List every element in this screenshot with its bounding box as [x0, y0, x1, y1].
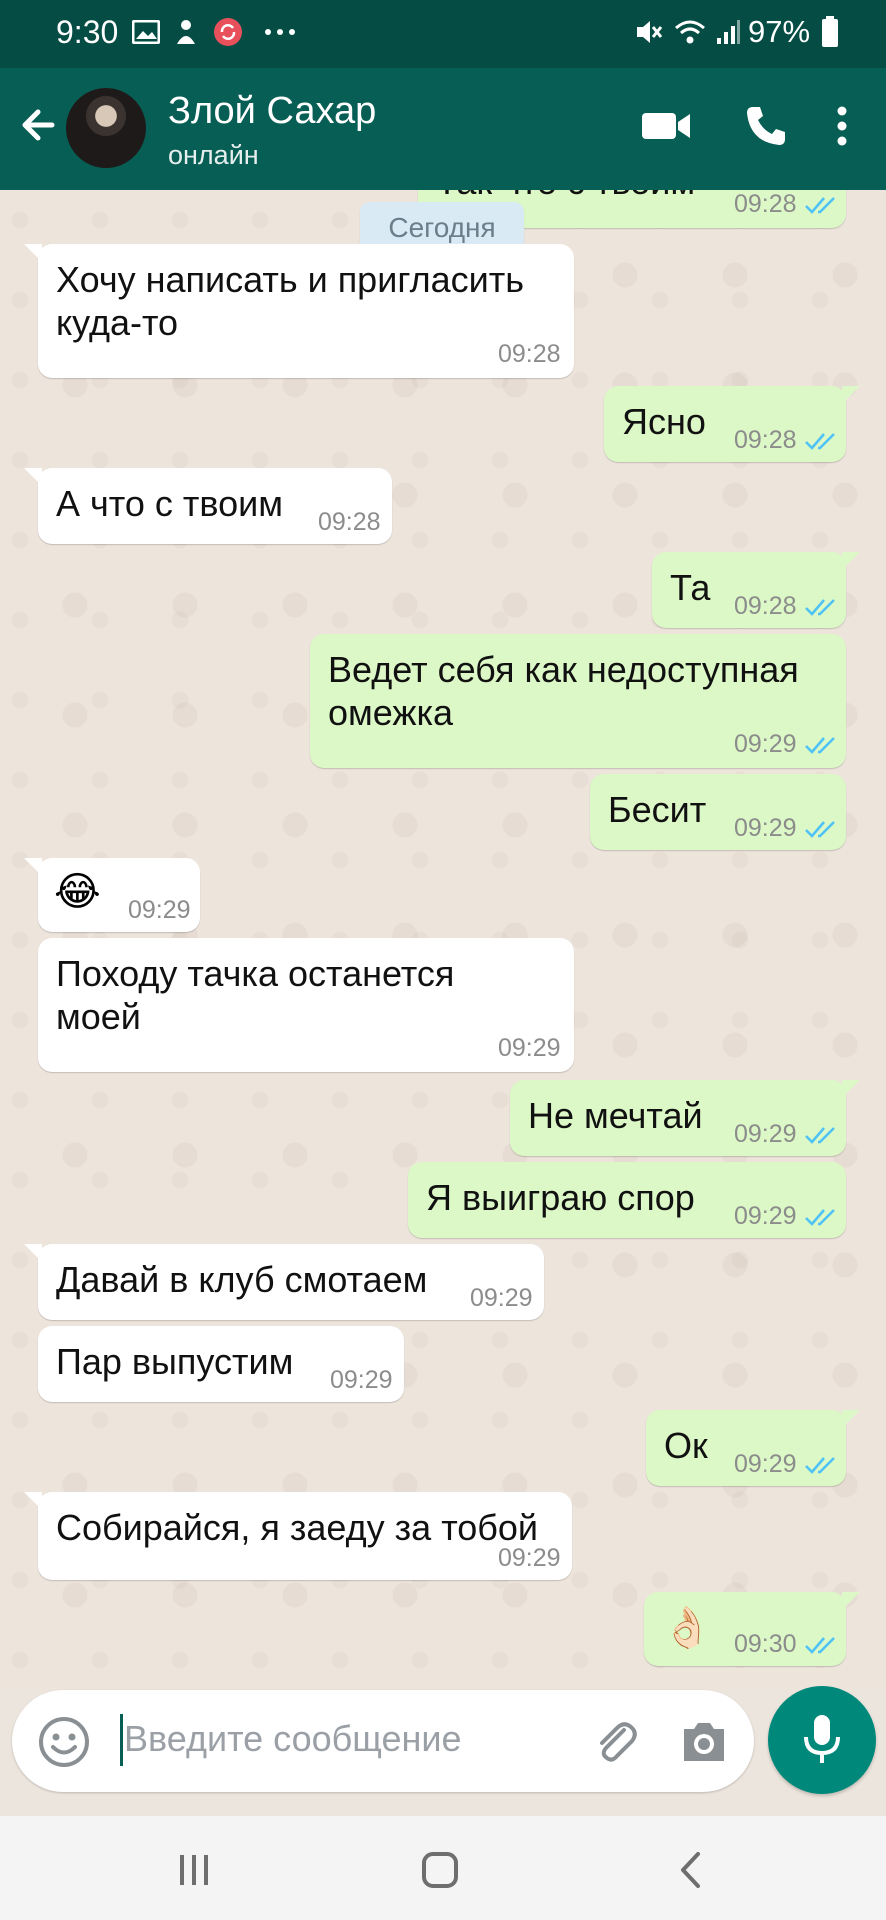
message-bubble-outgoing[interactable]: Я выиграю спор 09:29	[408, 1162, 846, 1238]
wifi-icon	[674, 16, 706, 48]
laughing-emoji: 😂	[54, 870, 101, 914]
message-bubble-incoming[interactable]: Хочу написать и пригласить куда-то 09:28	[24, 244, 574, 378]
read-ticks-icon	[805, 737, 835, 754]
message-bubble-incoming[interactable]: Походу тачка останется моей 09:29	[38, 938, 574, 1072]
sync-icon	[212, 16, 244, 48]
message-bubble-incoming[interactable]: Собирайся, я заеду за тобой 09:29	[24, 1492, 572, 1580]
message-bubble-incoming[interactable]: 😂 09:29	[24, 858, 200, 932]
message-input-bar[interactable]: Введите сообщение	[12, 1690, 754, 1792]
read-ticks-icon	[805, 821, 835, 838]
text-cursor	[120, 1714, 123, 1766]
message-text: Собирайся, я заеду за тобой	[56, 1507, 539, 1548]
message-text: А что с твоим	[56, 483, 283, 524]
message-bubble-outgoing[interactable]: Бесит 09:29	[590, 774, 846, 850]
emoji-icon[interactable]	[36, 1714, 92, 1770]
message-text: Пар выпустим	[56, 1341, 294, 1382]
back-icon[interactable]	[660, 1846, 720, 1894]
message-text: Давай в клуб смотаем	[56, 1259, 428, 1300]
message-time: 09:28	[734, 426, 797, 454]
status-bar: 9:30 97%	[0, 0, 886, 68]
message-time: 09:28	[734, 592, 797, 620]
system-nav-bar	[0, 1816, 886, 1920]
microphone-icon	[804, 1715, 840, 1763]
message-text: Ок	[664, 1425, 708, 1466]
message-time: 09:29	[498, 1034, 561, 1062]
message-text: Ясно	[622, 401, 706, 442]
message-time: 09:29	[734, 814, 797, 842]
read-ticks-icon	[805, 1209, 835, 1226]
contact-status: онлайн	[168, 140, 259, 170]
message-text: Хочу написать и пригласить куда-то	[56, 259, 525, 343]
attach-icon[interactable]	[588, 1714, 644, 1770]
signal-icon	[712, 16, 744, 48]
message-time: 09:29	[498, 1544, 561, 1572]
message-text: Ведет себя как недоступная омежка	[328, 649, 799, 733]
message-time: 09:28	[498, 340, 561, 368]
contact-name[interactable]: Злой Сахар	[168, 90, 376, 133]
message-time: 09:29	[734, 1202, 797, 1230]
chat-header: Злой Сахар онлайн	[0, 68, 886, 190]
ok-hand-emoji: 👌🏻	[662, 1606, 712, 1650]
message-text: Бесит	[608, 789, 707, 830]
status-time: 9:30	[56, 14, 119, 50]
mute-icon	[632, 16, 664, 48]
recent-apps-icon[interactable]	[164, 1846, 224, 1894]
message-text: Не мечтай	[528, 1095, 703, 1136]
message-input[interactable]: Введите сообщение	[124, 1718, 462, 1760]
gallery-icon	[130, 16, 162, 48]
message-bubble-outgoing[interactable]: Ок 09:29	[646, 1410, 860, 1486]
read-ticks-icon	[805, 1127, 835, 1144]
message-time: 09:29	[470, 1284, 533, 1312]
message-bubble-incoming[interactable]: Давай в клуб смотаем 09:29	[24, 1244, 544, 1320]
message-time: 09:28	[318, 508, 381, 536]
read-ticks-icon	[805, 1457, 835, 1474]
message-bubble-outgoing[interactable]: Та 09:28	[652, 552, 860, 628]
message-bubble-outgoing[interactable]: Ведет себя как недоступная омежка 09:29	[310, 634, 846, 768]
back-arrow-icon[interactable]	[10, 96, 68, 154]
notification-icon	[170, 16, 202, 48]
home-icon[interactable]	[410, 1846, 470, 1894]
camera-icon[interactable]	[676, 1714, 732, 1770]
chat-area[interactable]: Так что с твоим 09:28 Сегодня Хочу напис…	[0, 190, 886, 1692]
read-ticks-icon	[805, 1637, 835, 1654]
microphone-button[interactable]	[768, 1686, 876, 1794]
battery-icon	[814, 16, 846, 48]
message-time: 09:30	[734, 1630, 797, 1658]
message-text: Походу тачка останется моей	[56, 953, 455, 1037]
message-time: 09:29	[734, 1450, 797, 1478]
message-time: 09:29	[330, 1366, 393, 1394]
read-ticks-icon	[805, 599, 835, 616]
video-call-icon[interactable]	[636, 96, 696, 156]
more-dots-icon	[264, 16, 296, 48]
message-bubble-incoming[interactable]: А что с твоим 09:28	[24, 468, 392, 544]
avatar[interactable]	[66, 88, 146, 168]
message-time: 09:28	[734, 190, 797, 218]
read-ticks-icon	[805, 197, 835, 214]
message-bubble-incoming[interactable]: Пар выпустим 09:29	[38, 1326, 404, 1402]
message-bubble-outgoing[interactable]: 👌🏻 09:30	[644, 1592, 860, 1666]
read-ticks-icon	[805, 433, 835, 450]
battery-percentage: 97%	[748, 14, 811, 49]
message-bubble-outgoing[interactable]: Ясно 09:28	[604, 386, 860, 462]
message-text: Та	[670, 567, 711, 608]
message-time: 09:29	[734, 730, 797, 758]
message-bubble-outgoing[interactable]: Не мечтай 09:29	[510, 1080, 860, 1156]
message-text: Я выиграю спор	[426, 1177, 695, 1218]
phone-icon[interactable]	[736, 96, 796, 156]
message-time: 09:29	[734, 1120, 797, 1148]
message-time: 09:29	[128, 896, 191, 924]
menu-dots-icon[interactable]	[812, 96, 872, 156]
